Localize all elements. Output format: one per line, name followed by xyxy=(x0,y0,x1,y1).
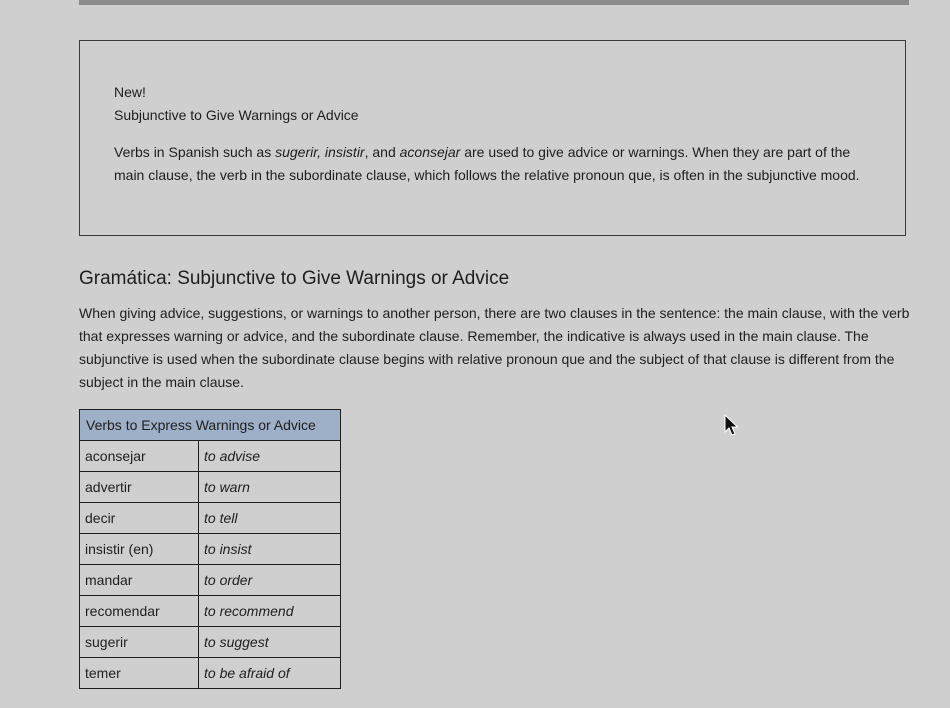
table-row: temer to be afraid of xyxy=(79,657,341,689)
verb-sugerir: sugerir, xyxy=(275,144,322,160)
table-row: decir to tell xyxy=(79,502,341,534)
table-row: sugerir to suggest xyxy=(79,626,341,658)
notice-text: , and xyxy=(364,144,400,160)
top-divider xyxy=(79,0,909,5)
table-row: aconsejar to advise xyxy=(79,440,341,472)
verb-aconsejar: aconsejar xyxy=(399,144,461,160)
mouse-pointer-icon xyxy=(724,414,739,436)
spanish-verb-cell: mandar xyxy=(79,564,199,596)
english-meaning-cell: to be afraid of xyxy=(198,657,341,689)
spanish-verb-cell: sugerir xyxy=(79,626,199,658)
verb-insistir: insistir xyxy=(324,144,365,160)
spanish-verb-cell: decir xyxy=(79,502,199,534)
new-notice-box: New! Subjunctive to Give Warnings or Adv… xyxy=(79,40,906,236)
notice-body: Verbs in Spanish such as sugerir, insist… xyxy=(114,141,871,187)
spanish-verb-cell: temer xyxy=(79,657,199,689)
english-meaning-cell: to tell xyxy=(198,502,341,534)
english-meaning-cell: to order xyxy=(198,564,341,596)
english-meaning-cell: to insist xyxy=(198,533,341,565)
spanish-verb-cell: advertir xyxy=(79,471,199,503)
grammar-paragraph: When giving advice, suggestions, or warn… xyxy=(79,302,914,394)
table-row: recomendar to recommend xyxy=(79,595,341,627)
english-meaning-cell: to warn xyxy=(198,471,341,503)
new-badge: New! xyxy=(114,84,146,100)
spanish-verb-cell: insistir (en) xyxy=(79,533,199,565)
table-row: mandar to order xyxy=(79,564,341,596)
verbs-table: Verbs to Express Warnings or Advice acon… xyxy=(79,409,341,689)
grammar-heading: Gramática: Subjunctive to Give Warnings … xyxy=(79,268,510,289)
table-row: advertir to warn xyxy=(79,471,341,503)
table-header: Verbs to Express Warnings or Advice xyxy=(79,409,341,441)
table-header-row: Verbs to Express Warnings or Advice xyxy=(79,409,341,441)
table-row: insistir (en) to insist xyxy=(79,533,341,565)
pronoun-que: que xyxy=(561,351,585,367)
english-meaning-cell: to advise xyxy=(198,440,341,472)
spanish-verb-cell: recomendar xyxy=(79,595,199,627)
notice-text: , is often in the subjunctive mood. xyxy=(651,167,860,183)
spanish-verb-cell: aconsejar xyxy=(79,440,199,472)
notice-title: Subjunctive to Give Warnings or Advice xyxy=(114,107,359,123)
pronoun-que: que xyxy=(628,167,652,183)
english-meaning-cell: to recommend xyxy=(198,595,341,627)
notice-text: Verbs in Spanish such as xyxy=(114,144,276,160)
english-meaning-cell: to suggest xyxy=(198,626,341,658)
